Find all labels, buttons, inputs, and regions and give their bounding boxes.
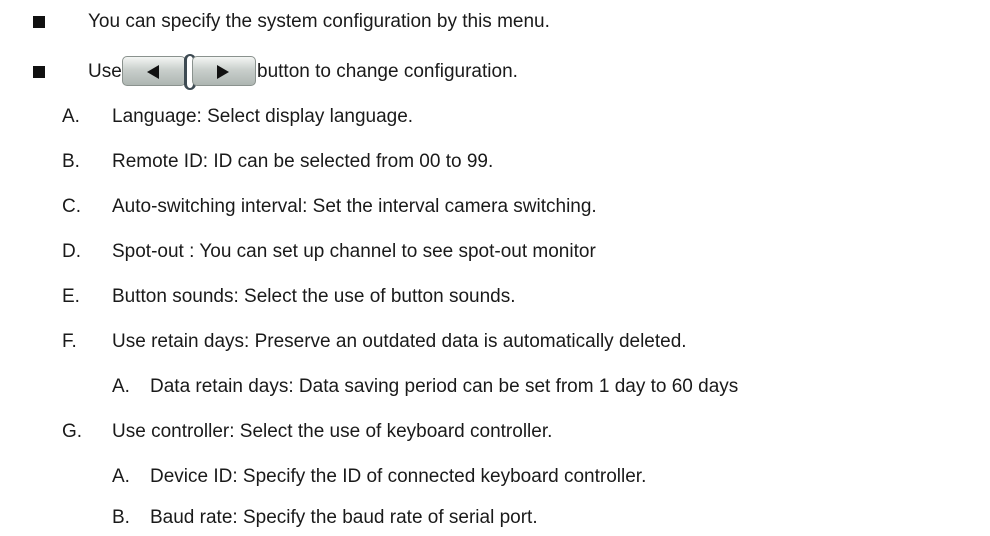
item-text: Language: Select display language. xyxy=(112,106,414,127)
item-text: Auto-switching interval: Set the interva… xyxy=(112,196,597,217)
left-arrow-icon xyxy=(147,65,159,79)
item-letter: C. xyxy=(62,196,81,217)
item-letter: D. xyxy=(62,241,81,262)
right-arrow-button[interactable] xyxy=(192,56,256,86)
square-bullet-icon xyxy=(33,16,45,28)
item-letter: F. xyxy=(62,331,77,352)
item-text: Spot-out : You can set up channel to see… xyxy=(112,241,596,262)
sub-item-letter: A. xyxy=(112,466,130,487)
arrow-button-group xyxy=(122,54,282,90)
sub-item-letter: B. xyxy=(112,507,130,528)
sub-item-text: Baud rate: Specify the baud rate of seri… xyxy=(150,507,538,528)
item-letter: E. xyxy=(62,286,80,307)
item-text: Use controller: Select the use of keyboa… xyxy=(112,421,553,442)
bullet-suffix: button to change configuration. xyxy=(257,61,518,82)
square-bullet-icon xyxy=(33,66,45,78)
bullet-text: You can specify the system configuration… xyxy=(88,11,550,32)
sub-item-text: Data retain days: Data saving period can… xyxy=(150,376,739,397)
left-arrow-button[interactable] xyxy=(122,56,186,86)
item-text: Use retain days: Preserve an outdated da… xyxy=(112,331,687,352)
bullet-prefix: Use xyxy=(88,61,122,82)
right-arrow-icon xyxy=(217,65,229,79)
item-letter: A. xyxy=(62,106,80,127)
item-text: Remote ID: ID can be selected from 00 to… xyxy=(112,151,494,172)
item-letter: G. xyxy=(62,421,83,442)
sub-item-letter: A. xyxy=(112,376,130,397)
item-text: Button sounds: Select the use of button … xyxy=(112,286,516,307)
sub-item-text: Device ID: Specify the ID of connected k… xyxy=(150,466,647,487)
item-letter: B. xyxy=(62,151,80,172)
